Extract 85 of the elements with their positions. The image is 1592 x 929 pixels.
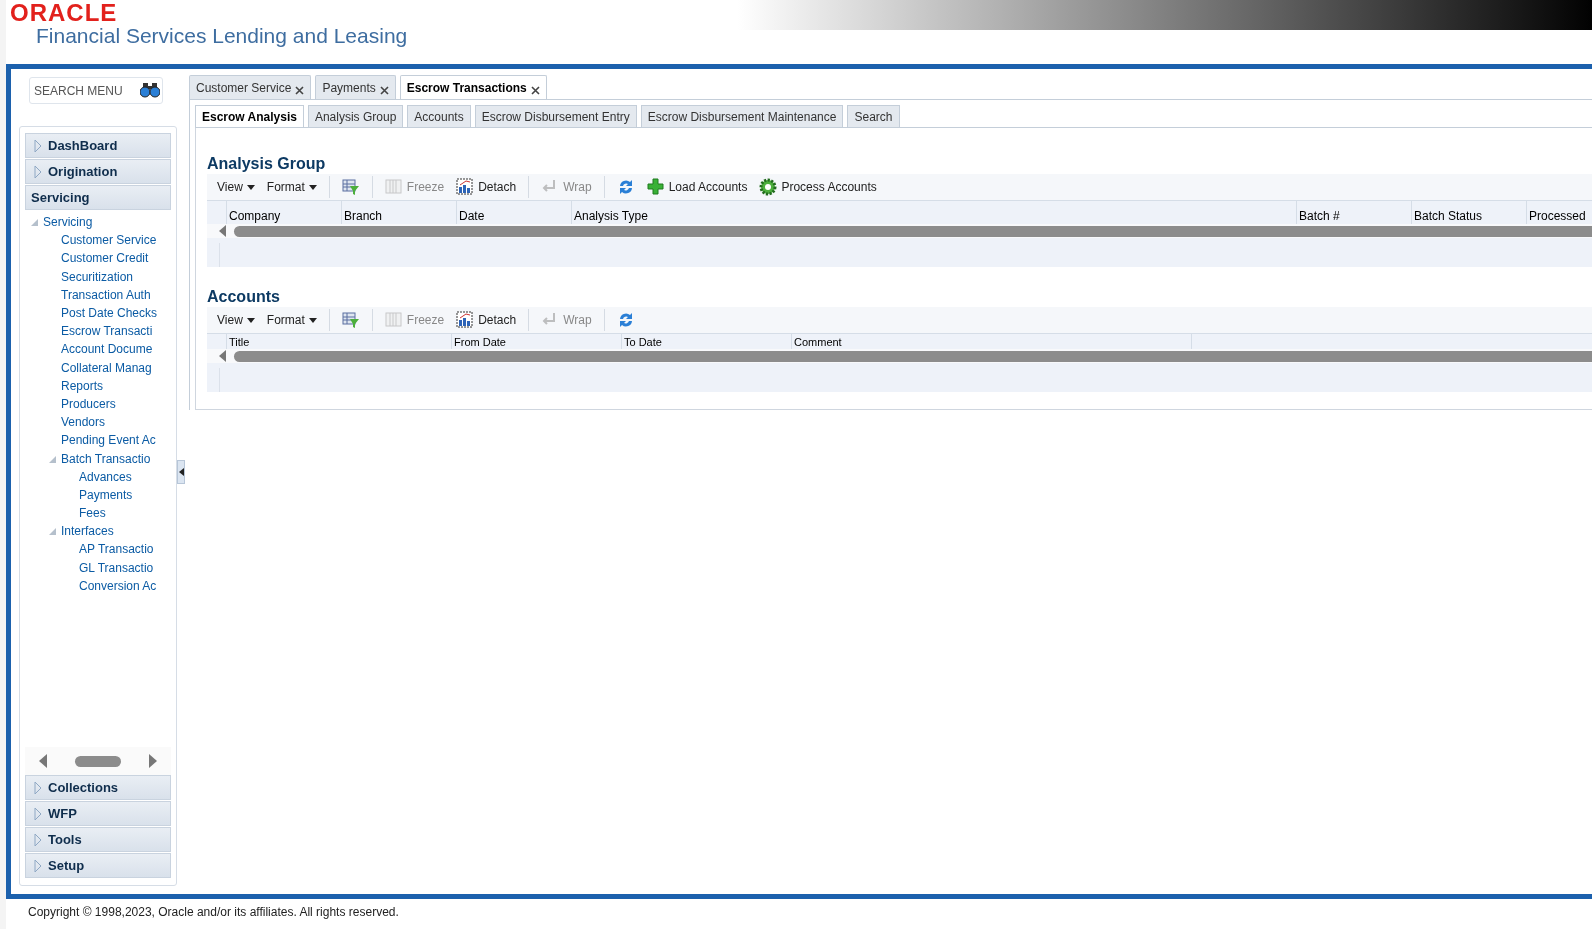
tree-item[interactable]: Collateral Manag [25, 358, 171, 377]
close-icon[interactable] [530, 85, 540, 95]
tab[interactable]: Escrow Analysis [195, 105, 304, 127]
scroll-left-icon[interactable] [219, 225, 226, 237]
filter-table-icon[interactable] [341, 178, 360, 196]
collapsed-triangle-icon [34, 858, 42, 873]
tree-item[interactable]: Transaction Auth [25, 285, 171, 304]
accordion-header[interactable]: Origination [25, 159, 171, 184]
tree-item[interactable]: Servicing [25, 213, 171, 232]
binoculars-icon[interactable] [140, 82, 160, 98]
scroll-right-icon[interactable] [149, 754, 157, 768]
toolbar-action[interactable]: Load Accounts [646, 178, 748, 196]
chart-window-icon [456, 311, 475, 329]
copyright-text: Copyright © 1998,2023, Oracle and/or its affiliates. All rights reserved. [28, 905, 399, 919]
accordion-header[interactable]: Collections [25, 775, 171, 800]
close-icon[interactable] [379, 85, 389, 95]
menu-dropdown[interactable]: View [217, 311, 255, 329]
tree-item[interactable]: Batch Transactio [25, 449, 171, 468]
columns-icon [384, 178, 403, 196]
close-icon[interactable] [295, 85, 305, 95]
tab[interactable]: Accounts [407, 105, 471, 127]
filter-table-icon[interactable] [341, 311, 360, 329]
columns-icon [384, 311, 403, 329]
menu-dropdown[interactable]: View [217, 178, 255, 196]
collapsed-triangle-icon [34, 138, 42, 153]
tab[interactable]: Payments [315, 75, 396, 99]
tree-item[interactable]: GL Transactio [25, 558, 171, 577]
accordion-header[interactable]: DashBoard [25, 133, 171, 158]
toolbar-action[interactable]: Detach [456, 178, 517, 196]
scroll-left-icon[interactable] [39, 754, 47, 768]
tree-item[interactable]: Account Docume [25, 340, 171, 359]
toolbar-action: Freeze [384, 178, 445, 196]
tree-item[interactable]: Advances [25, 467, 171, 486]
scrollbar-thumb[interactable] [234, 225, 1592, 237]
tree-item[interactable]: Pending Event Ac [25, 431, 171, 450]
tree-item[interactable]: Escrow Transacti [25, 322, 171, 341]
menu-dropdown[interactable]: Format [266, 311, 317, 329]
tree-item[interactable]: Reports [25, 376, 171, 395]
tab[interactable]: Escrow Disbursement Entry [474, 105, 637, 127]
menu-dropdown[interactable]: Format [266, 178, 317, 196]
toolbar-action[interactable]: Process Accounts [759, 178, 877, 196]
collapsed-triangle-icon [34, 806, 42, 821]
toolbar-action[interactable]: Detach [456, 311, 517, 329]
product-title: Financial Services Lending and Leasing [36, 24, 408, 48]
toolbar-action: Wrap [541, 311, 592, 329]
section-title: Accounts [207, 287, 281, 307]
search-menu-field[interactable]: SEARCH MENU [29, 77, 163, 104]
collapse-handle[interactable] [177, 459, 185, 484]
tree-item[interactable]: Post Date Checks [25, 303, 171, 323]
tree-item[interactable]: Customer Service [25, 231, 171, 250]
tree-item[interactable]: Securitization [25, 267, 171, 286]
tab[interactable]: Escrow Transactions [399, 75, 547, 99]
tree-item[interactable]: Fees [25, 504, 171, 523]
tree-item[interactable]: AP Transactio [25, 540, 171, 559]
caret-icon [308, 317, 317, 323]
chart-window-icon [456, 178, 475, 196]
collapsed-triangle-icon [34, 780, 42, 795]
tree-item[interactable]: Conversion Ac [25, 576, 171, 595]
oracle-logo: ORACLE [10, 2, 119, 24]
accordion-header[interactable]: Servicing [25, 185, 171, 210]
toolbar-action: Wrap [541, 178, 592, 196]
tab[interactable]: Analysis Group [307, 105, 404, 127]
caret-icon [308, 184, 317, 190]
caret-icon [246, 317, 255, 323]
collapsed-triangle-icon [34, 164, 42, 179]
tree-item[interactable]: Producers [25, 394, 171, 414]
accordion-header[interactable]: Tools [25, 827, 171, 852]
accordion-header[interactable]: Setup [25, 853, 171, 878]
plus-icon [646, 178, 665, 196]
section-title: Analysis Group [207, 154, 327, 174]
tree-item[interactable]: Vendors [25, 413, 171, 432]
scrollbar-thumb[interactable] [234, 350, 1592, 362]
scrollbar-thumb[interactable] [75, 755, 121, 767]
caret-icon [246, 184, 255, 190]
tree-item[interactable]: Interfaces [25, 522, 171, 541]
collapsed-triangle-icon [34, 832, 42, 847]
tree-item[interactable]: Payments [25, 485, 171, 504]
toolbar-action: Freeze [384, 311, 445, 329]
accordion-header[interactable]: WFP [25, 801, 171, 826]
scroll-left-icon[interactable] [219, 350, 226, 362]
tab[interactable]: Customer Service [189, 75, 312, 99]
tree-item[interactable]: Customer Credit [25, 249, 171, 268]
tab[interactable]: Escrow Disbursement Maintenance [640, 105, 844, 127]
gear-icon [759, 178, 778, 196]
tab[interactable]: Search [847, 105, 900, 127]
